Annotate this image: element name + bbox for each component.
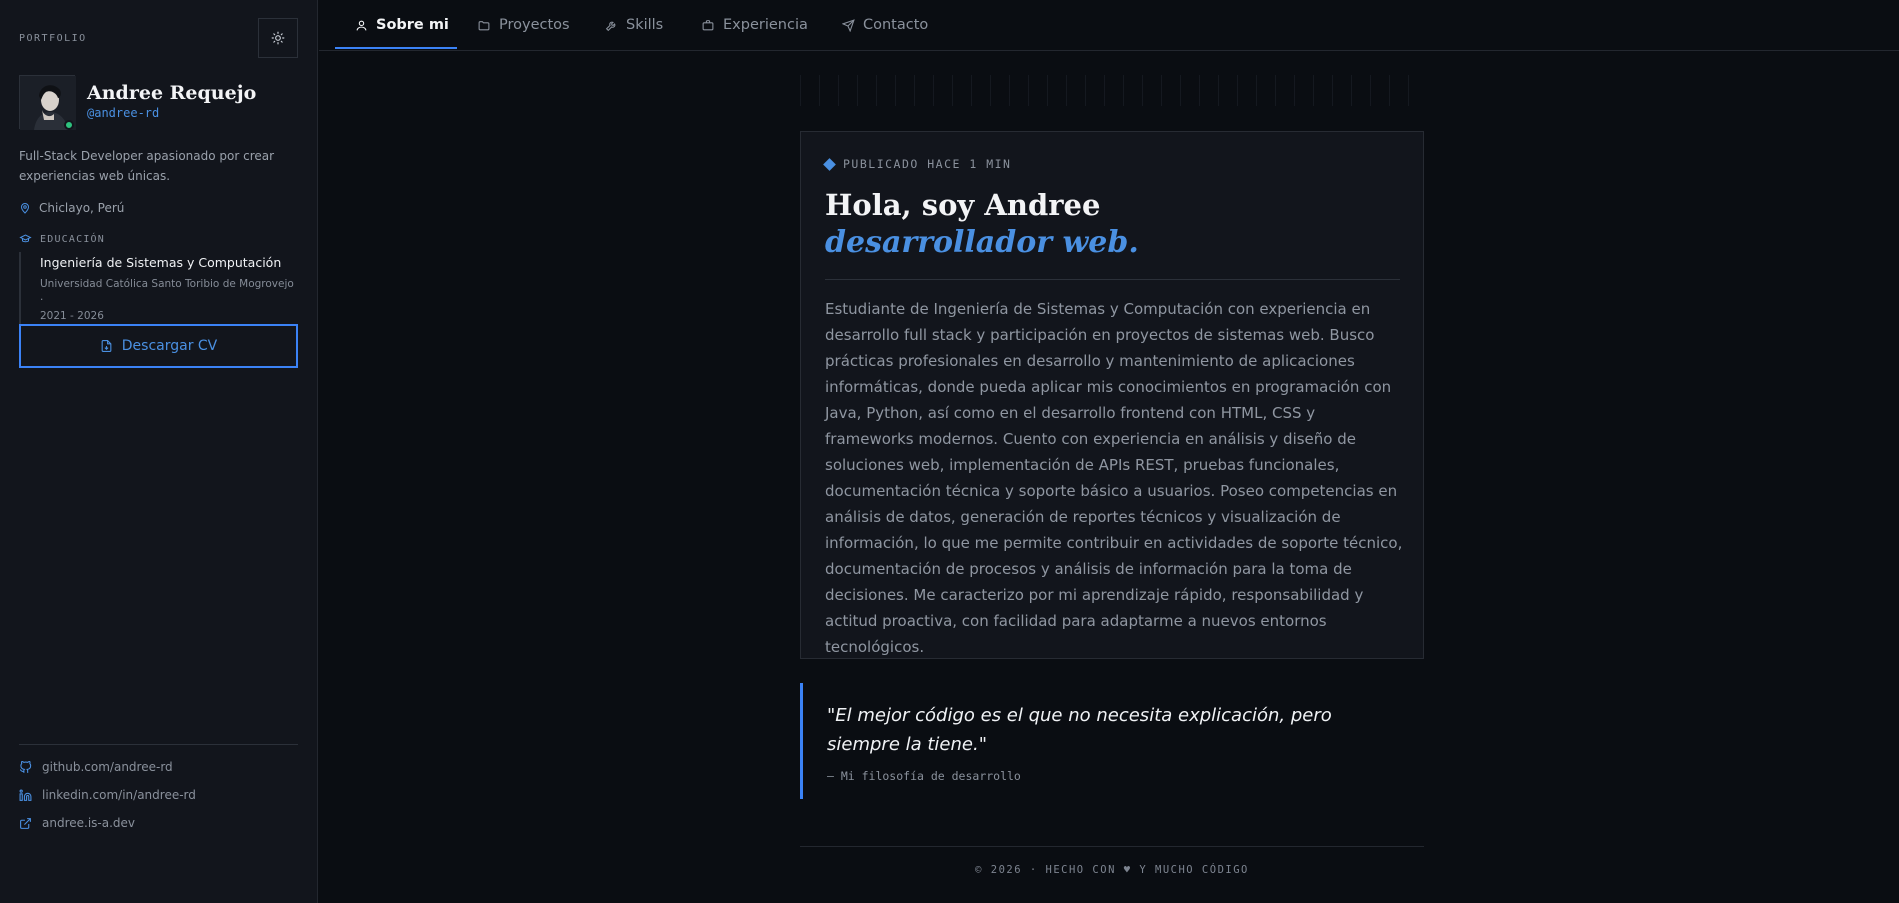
tab-contacto[interactable]: Contacto [842, 0, 928, 50]
tab-label: Proyectos [499, 17, 570, 33]
tab-sobre-mi[interactable]: Sobre mi [355, 0, 449, 50]
decorative-grid-strip [800, 75, 1424, 106]
tab-label: Sobre mi [376, 17, 449, 33]
map-pin-icon [20, 203, 30, 214]
sidebar: PORTFOLIO Andree Requejo @andree-rd Full… [0, 0, 318, 903]
published-text: PUBLICADO HACE 1 MIN [843, 157, 1012, 171]
profile-bio: Full-Stack Developer apasionado por crea… [19, 149, 275, 183]
linkedin-icon [19, 789, 32, 801]
github-link-label: github.com/andree-rd [42, 760, 173, 774]
tab-experiencia[interactable]: Experiencia [701, 0, 808, 50]
wrench-icon [605, 21, 616, 31]
education-institution: Universidad Católica Santo Toribio de Mo… [40, 278, 294, 306]
hero-subtitle: desarrollador web. [825, 225, 1139, 260]
external-link-icon [20, 817, 31, 829]
education-entry: Ingeniería de Sistemas y Computación Uni… [19, 252, 299, 324]
active-tab-indicator [335, 47, 457, 49]
tab-label: Skills [626, 17, 664, 33]
download-cv-button[interactable]: Descargar CV [19, 324, 298, 368]
footer-divider [800, 846, 1424, 847]
github-link[interactable]: github.com/andree-rd [19, 760, 173, 774]
about-card: PUBLICADO HACE 1 MIN Hola, soy Andree de… [800, 131, 1424, 659]
github-icon [19, 760, 32, 773]
profile-handle: @andree-rd [87, 106, 160, 120]
card-divider [825, 279, 1400, 280]
education-header: EDUCACIÓN [19, 233, 105, 245]
quote-text: "El mejor código es el que no necesita e… [827, 705, 1332, 755]
tab-skills[interactable]: Skills [605, 0, 663, 50]
education-years: 2021 - 2026 [40, 310, 104, 322]
location-text: Chiclayo, Perú [39, 201, 125, 215]
tab-proyectos[interactable]: Proyectos [477, 0, 570, 50]
folder-icon [478, 20, 490, 30]
tab-label: Experiencia [723, 17, 808, 33]
education-label: EDUCACIÓN [40, 233, 105, 245]
linkedin-link[interactable]: linkedin.com/in/andree-rd [19, 788, 196, 802]
graduation-cap-icon [19, 234, 32, 243]
sidebar-divider [19, 744, 298, 745]
location-row: Chiclayo, Perú [19, 201, 124, 215]
about-text: Estudiante de Ingeniería de Sistemas y C… [825, 300, 1403, 656]
online-status-dot [64, 120, 74, 130]
published-row: PUBLICADO HACE 1 MIN [823, 157, 1012, 171]
file-download-icon [101, 340, 112, 352]
send-icon [842, 18, 855, 32]
diamond-icon [823, 157, 836, 171]
website-link[interactable]: andree.is-a.dev [19, 816, 135, 830]
tab-label: Contacto [863, 17, 929, 33]
linkedin-link-label: linkedin.com/in/andree-rd [42, 788, 196, 802]
hero-title: Hola, soy Andree [825, 188, 1101, 222]
download-cv-label: Descargar CV [121, 338, 218, 354]
sidebar-section-label: PORTFOLIO [19, 33, 87, 44]
sun-icon [271, 31, 285, 45]
quote-author: — Mi filosofía de desarrollo [827, 769, 1021, 783]
user-icon [356, 20, 367, 30]
philosophy-quote: "El mejor código es el que no necesita e… [800, 683, 1424, 799]
education-institution-years: Universidad Católica Santo Toribio de Mo… [40, 276, 299, 324]
briefcase-icon [702, 19, 714, 30]
education-degree: Ingeniería de Sistemas y Computación [40, 255, 282, 270]
theme-toggle-button[interactable] [258, 18, 298, 58]
website-link-label: andree.is-a.dev [42, 816, 136, 830]
profile-name: Andree Requejo [87, 82, 257, 104]
footer-text: © 2026 · HECHO CON ♥ Y MUCHO CÓDIGO [975, 864, 1249, 876]
